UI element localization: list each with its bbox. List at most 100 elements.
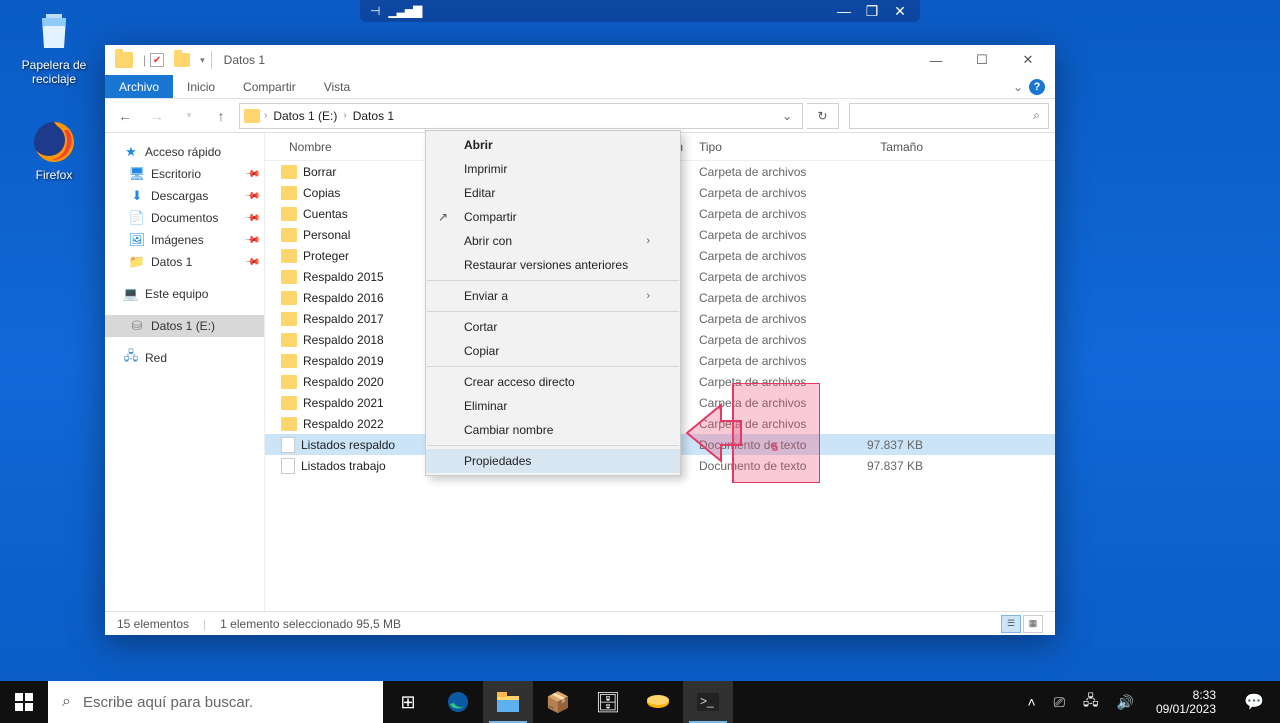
breadcrumb[interactable]: Datos 1 (E:) <box>269 107 341 125</box>
remote-minimize-icon[interactable]: — <box>834 3 854 19</box>
sidebar-item[interactable]: 🖥Escritorio📌 <box>105 163 264 185</box>
context-menu-separator <box>427 445 679 446</box>
sidebar-quick-access[interactable]: ★ Acceso rápido <box>105 141 264 163</box>
refresh-button[interactable]: ↻ <box>807 103 839 129</box>
tab-archivo[interactable]: Archivo <box>105 75 173 98</box>
drive-icon: ⛁ <box>129 318 145 334</box>
tray-network-icon[interactable]: 🖧 <box>1077 690 1105 714</box>
window-title: Datos 1 <box>224 53 265 67</box>
nav-recent-button[interactable]: ▾ <box>175 102 203 130</box>
context-menu-item[interactable]: Eliminar <box>426 394 680 418</box>
file-type: Carpeta de archivos <box>691 228 831 242</box>
clock-time: 8:33 <box>1156 688 1216 702</box>
statusbar: 15 elementos | 1 elemento seleccionado 9… <box>105 611 1055 635</box>
task-view-button[interactable]: ⊞ <box>383 681 433 723</box>
maximize-button[interactable]: ☐ <box>959 45 1005 75</box>
sidebar-item-label: Datos 1 (E:) <box>151 319 215 333</box>
context-menu-item[interactable]: Cambiar nombre <box>426 418 680 442</box>
ribbon-expand-icon[interactable]: ⌄ <box>1013 80 1023 94</box>
tab-vista[interactable]: Vista <box>310 75 364 98</box>
pin-icon: 📌 <box>243 254 260 271</box>
taskbar-edge[interactable] <box>433 681 483 723</box>
file-type: Carpeta de archivos <box>691 417 831 431</box>
context-menu-item[interactable]: Copiar <box>426 339 680 363</box>
context-menu-item[interactable]: Enviar a› <box>426 284 680 308</box>
close-button[interactable]: ✕ <box>1005 45 1051 75</box>
titlebar[interactable]: | ✔ ▾ Datos 1 — ☐ ✕ <box>105 45 1055 75</box>
column-type[interactable]: Tipo <box>691 140 831 154</box>
file-icon <box>281 458 295 474</box>
file-name: Listados trabajo <box>301 459 386 473</box>
search-input[interactable]: ⌕ Escribe aquí para buscar. <box>48 681 383 723</box>
context-menu-item[interactable]: Crear acceso directo <box>426 370 680 394</box>
context-menu-item[interactable]: Abrir <box>426 133 680 157</box>
context-menu-separator <box>427 311 679 312</box>
context-menu: AbrirImprimirEditar↗CompartirAbrir con›R… <box>425 130 681 476</box>
taskbar-explorer[interactable] <box>483 681 533 723</box>
sidebar-item[interactable]: 📄Documentos📌 <box>105 207 264 229</box>
sidebar-network[interactable]: 🖧 Red <box>105 347 264 369</box>
sidebar-icon: 🖼 <box>129 232 145 248</box>
tray-volume-icon[interactable]: 🔊 <box>1111 694 1140 711</box>
notification-button[interactable]: 💬 <box>1232 692 1276 712</box>
file-type: Carpeta de archivos <box>691 291 831 305</box>
context-menu-item[interactable]: Cortar <box>426 315 680 339</box>
remote-close-icon[interactable]: ✕ <box>890 3 910 20</box>
context-menu-item[interactable]: Editar <box>426 181 680 205</box>
chevron-right-icon[interactable]: › <box>264 110 267 121</box>
sidebar-drive[interactable]: ⛁ Datos 1 (E:) <box>105 315 264 337</box>
tab-inicio[interactable]: Inicio <box>173 75 229 98</box>
taskbar-terminal[interactable]: >_ <box>683 681 733 723</box>
folder-icon <box>281 207 297 221</box>
sidebar-item-label: Acceso rápido <box>145 145 221 159</box>
qat-dropdown-icon[interactable]: ▾ <box>200 55 205 66</box>
taskbar-app[interactable]: 🗄 <box>583 681 633 723</box>
folder-icon <box>281 249 297 263</box>
start-button[interactable] <box>0 681 48 723</box>
tray-show-hidden-icon[interactable]: ˄ <box>1021 694 1041 710</box>
remote-restore-icon[interactable]: ❐ <box>862 3 882 20</box>
address-dropdown-icon[interactable]: ⌄ <box>776 109 798 123</box>
qat-checkbox-icon[interactable]: ✔ <box>150 53 164 67</box>
minimize-button[interactable]: — <box>913 45 959 75</box>
context-menu-item[interactable]: Restaurar versiones anteriores <box>426 253 680 277</box>
file-type: Carpeta de archivos <box>691 375 831 389</box>
address-bar[interactable]: › Datos 1 (E:) › Datos 1 ⌄ <box>239 103 803 129</box>
nav-up-button[interactable]: ↑ <box>207 102 235 130</box>
sidebar-this-pc[interactable]: 💻 Este equipo <box>105 283 264 305</box>
search-input[interactable]: ⌕ <box>849 103 1049 129</box>
nav-back-button[interactable]: ← <box>111 102 139 130</box>
folder-icon <box>115 52 133 68</box>
quick-access-toolbar: | ✔ ▾ <box>143 53 205 67</box>
nav-forward-button[interactable]: → <box>143 102 171 130</box>
folder-icon[interactable] <box>174 53 190 67</box>
context-menu-item[interactable]: Imprimir <box>426 157 680 181</box>
file-name: Cuentas <box>303 207 348 221</box>
context-menu-item[interactable]: Propiedades <box>426 449 680 473</box>
sidebar-item[interactable]: ⬇Descargas📌 <box>105 185 264 207</box>
context-menu-item[interactable]: Abrir con› <box>426 229 680 253</box>
context-menu-item[interactable]: ↗Compartir <box>426 205 680 229</box>
firefox-icon[interactable]: Firefox <box>16 118 92 182</box>
clock[interactable]: 8:33 09/01/2023 <box>1146 688 1226 717</box>
sidebar-item[interactable]: 🖼Imágenes📌 <box>105 229 264 251</box>
view-details-button[interactable]: ☰ <box>1001 615 1021 633</box>
tray-display-icon[interactable]: ⎚ <box>1048 694 1071 711</box>
chevron-right-icon[interactable]: › <box>343 110 346 121</box>
recycle-bin-icon[interactable]: Papelera de reciclaje <box>16 8 92 87</box>
taskbar-app[interactable]: 📦 <box>533 681 583 723</box>
tab-compartir[interactable]: Compartir <box>229 75 310 98</box>
file-type: Carpeta de archivos <box>691 333 831 347</box>
taskbar-app[interactable] <box>633 681 683 723</box>
file-type: Documento de texto <box>691 438 831 452</box>
help-button[interactable]: ? <box>1029 79 1045 95</box>
pin-icon[interactable]: ⊣ <box>370 4 380 18</box>
breadcrumb[interactable]: Datos 1 <box>349 107 398 125</box>
file-type: Carpeta de archivos <box>691 396 831 410</box>
file-type: Carpeta de archivos <box>691 354 831 368</box>
column-size[interactable]: Tamaño <box>831 140 931 154</box>
sidebar-item[interactable]: 📁Datos 1📌 <box>105 251 264 273</box>
file-type: Carpeta de archivos <box>691 207 831 221</box>
taskbar: ⌕ Escribe aquí para buscar. ⊞ 📦 🗄 >_ ˄ ⎚… <box>0 681 1280 723</box>
view-icons-button[interactable]: ▦ <box>1023 615 1043 633</box>
